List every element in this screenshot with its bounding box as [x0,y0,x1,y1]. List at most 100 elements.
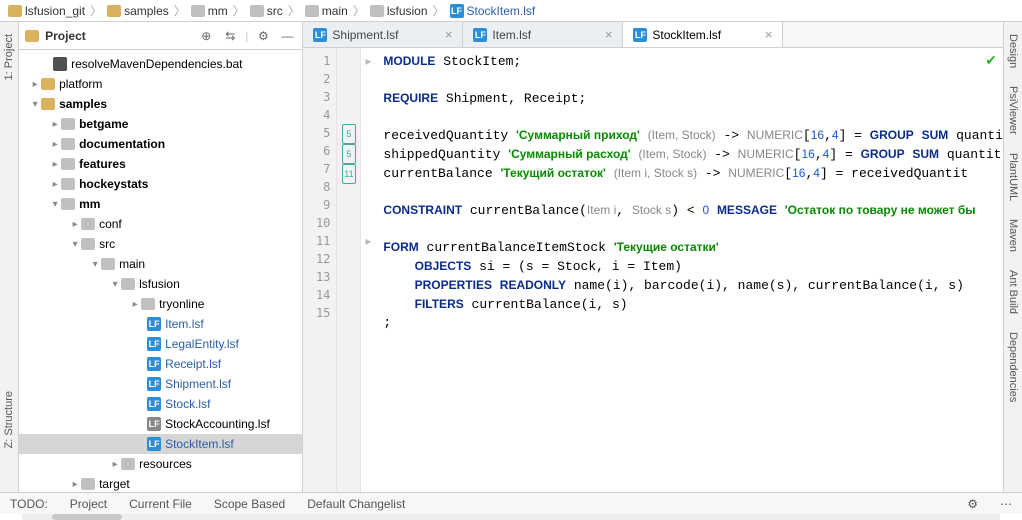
left-tool-gutter: 1: Project Z: Structure [0,22,19,492]
breadcrumb-item[interactable]: lsfusion_git [4,4,89,18]
close-icon[interactable]: × [765,27,773,42]
tree-label: target [99,477,130,491]
tree-row[interactable]: ▸platform [19,74,302,94]
project-header: Project ⊕ ⇆ | ⚙ — [19,22,302,50]
tree-row[interactable]: ▸betgame [19,114,302,134]
tree-label: betgame [79,117,128,131]
tree-row[interactable]: ▸target [19,474,302,492]
lsf-icon: LF [313,28,327,42]
code-editor[interactable]: 123456789101112131415 5511 ▸ ▸ MODULE St… [303,48,1003,492]
gear-icon[interactable]: ⚙ [967,497,978,511]
tool-psiviewer[interactable]: PsiViewer [1007,82,1019,139]
tree-row[interactable]: LFStockAccounting.lsf [19,414,302,434]
tool-structure[interactable]: Z: Structure [3,387,15,452]
tree-row[interactable]: ▸conf [19,214,302,234]
tree-label: Receipt.lsf [165,357,221,371]
tree-row[interactable]: ▾lsfusion [19,274,302,294]
folder-gray-icon [81,478,95,490]
locate-icon[interactable]: ⊕ [197,27,215,45]
tree-label: StockItem.lsf [165,437,234,451]
tree-row[interactable]: ▸features [19,154,302,174]
breadcrumb-item[interactable]: lsfusion [366,4,432,18]
lsf-icon: LF [147,397,161,411]
tree-row[interactable]: LF LegalEntity.lsf [19,334,302,354]
folder-gray-icon [191,5,205,17]
lsf-icon: LF [473,28,487,42]
tree-row[interactable]: LF StockItem.lsf [19,434,302,454]
overflow-icon[interactable]: ⋯ [1000,497,1012,511]
tree-label: resolveMavenDependencies.bat [71,57,242,71]
close-icon[interactable]: × [445,27,453,42]
tool-design[interactable]: Design [1007,30,1019,72]
tree-row[interactable]: ▾src [19,234,302,254]
tool-project[interactable]: 1: Project [3,30,15,84]
tree-row[interactable]: LFShipment.lsf [19,374,302,394]
tree-label: lsfusion [139,277,180,291]
folder-gray-icon [121,458,135,470]
bat-icon [53,57,67,71]
editor-tab[interactable]: LFShipment.lsf× [303,22,463,47]
gear-icon[interactable]: ⚙ [254,27,272,45]
editor-tabs: LFShipment.lsf×LFItem.lsf×LFStockItem.ls… [303,22,1003,48]
folder-gray-icon [305,5,319,17]
code-content[interactable]: MODULE StockItem; REQUIRE Shipment, Rece… [375,48,1003,492]
status-scope[interactable]: Scope Based [214,497,285,511]
breadcrumb-item[interactable]: mm [187,4,232,18]
tree-row[interactable]: ▸hockeystats [19,174,302,194]
tree-row[interactable]: ▾mm [19,194,302,214]
folder-gray-icon [61,138,75,150]
project-title: Project [45,29,191,43]
folder-gray-icon [61,198,75,210]
right-tool-gutter: Design PsiViewer PlantUML Maven Ant Build Dep… [1003,22,1022,492]
status-project[interactable]: Project [70,497,107,511]
collapse-icon[interactable]: ⇆ [221,27,239,45]
lsf-gray-icon: LF [147,417,161,431]
marker-gutter: 5511 [337,48,361,492]
tree-label: hockeystats [79,177,148,191]
folder-icon [107,5,121,17]
folder-gray-icon [121,278,135,290]
tree-row[interactable]: ▾main [19,254,302,274]
status-todo[interactable]: TODO: [10,497,48,511]
editor-tab[interactable]: LFStockItem.lsf× [623,22,783,47]
status-bar: TODO: Project Current File Scope Based D… [0,492,1022,514]
tree-row[interactable]: ▸documentation [19,134,302,154]
horizontal-scrollbar[interactable] [22,514,1000,520]
tree-row[interactable]: ▸resources [19,454,302,474]
tree-row[interactable]: ▸tryonline [19,294,302,314]
tree-label: Stock.lsf [165,397,210,411]
breadcrumb-item[interactable]: src [246,4,287,18]
lsf-icon: LF [147,337,161,351]
tool-plantuml[interactable]: PlantUML [1007,149,1019,205]
folder-gray-icon [81,238,95,250]
editor-tab[interactable]: LFItem.lsf× [463,22,623,47]
folder-gray-icon [101,258,115,270]
status-current-file[interactable]: Current File [129,497,192,511]
tree-label: features [79,157,126,171]
folder-gray-icon [61,118,75,130]
breadcrumb-item[interactable]: main [301,4,352,18]
project-tree[interactable]: resolveMavenDependencies.bat ▸platform▾sa… [19,50,302,492]
tree-row[interactable]: LFItem.lsf [19,314,302,334]
tool-maven[interactable]: Maven [1007,215,1019,256]
status-changelist[interactable]: Default Changelist [307,497,405,511]
tree-label: LegalEntity.lsf [165,337,239,351]
tool-dependencies[interactable]: Dependencies [1007,328,1019,406]
tree-row[interactable]: resolveMavenDependencies.bat [19,54,302,74]
tree-label: tryonline [159,297,204,311]
folder-gray-icon [370,5,384,17]
tool-ant-build[interactable]: Ant Build [1007,266,1019,318]
close-icon[interactable]: × [605,27,613,42]
tree-label: src [99,237,115,251]
lsf-icon: LF [147,437,161,451]
tree-row[interactable]: ▾samples [19,94,302,114]
breadcrumb-item[interactable]: samples [103,4,173,18]
tree-label: conf [99,217,122,231]
hide-icon[interactable]: — [278,27,296,45]
inspection-ok-icon: ✔ [985,52,997,69]
folder-icon [41,78,55,90]
tree-row[interactable]: LFReceipt.lsf [19,354,302,374]
fold-gutter[interactable]: ▸ ▸ [361,48,375,492]
tree-row[interactable]: LF Stock.lsf [19,394,302,414]
breadcrumb-item[interactable]: LFStockItem.lsf [446,4,540,18]
